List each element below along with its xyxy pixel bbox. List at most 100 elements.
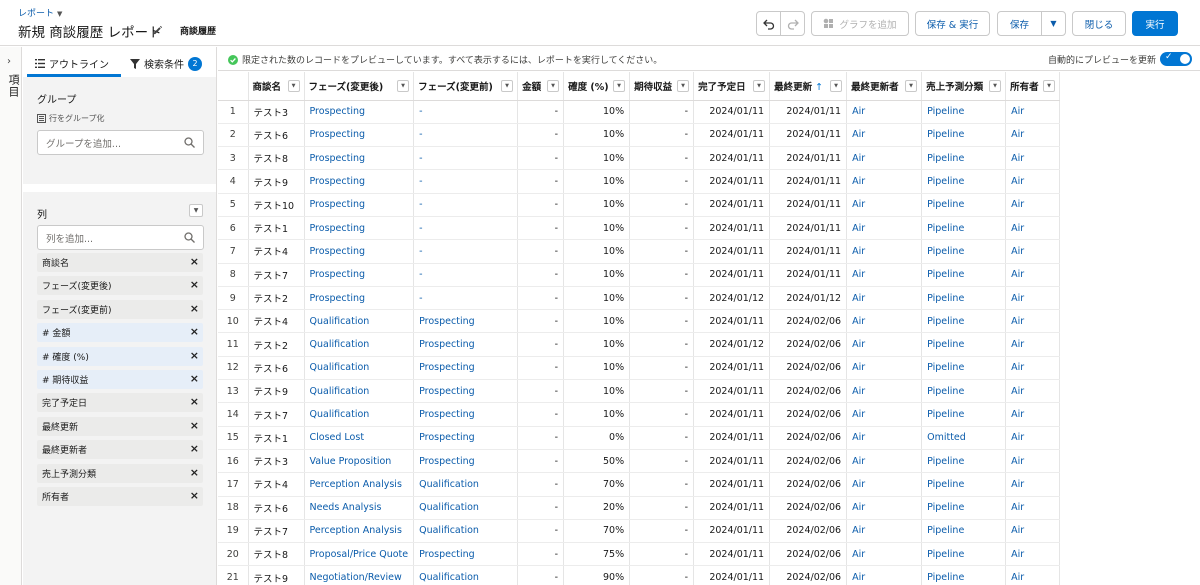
column-header[interactable]: 最終更新者 ▼	[846, 72, 923, 101]
cell-opportunity-name[interactable]: テスト7	[248, 519, 305, 544]
column-chip[interactable]: # 確度 (%) ×	[37, 347, 203, 366]
column-chip[interactable]: フェーズ(変更前) ×	[37, 300, 203, 319]
close-icon[interactable]: ×	[190, 442, 199, 455]
save-menu-button[interactable]: ▼	[1041, 11, 1066, 36]
cell-opportunity-name[interactable]: テスト6	[248, 123, 305, 148]
column-chip[interactable]: フェーズ(変更後) ×	[37, 276, 203, 295]
cell-probability: 10%	[563, 169, 631, 194]
close-icon[interactable]: ×	[190, 349, 199, 362]
run-button[interactable]: 実行	[1132, 11, 1178, 36]
cell-opportunity-name[interactable]: テスト3	[248, 449, 305, 474]
cell-opportunity-name[interactable]: テスト9	[248, 379, 305, 404]
chevron-down-icon[interactable]: ▼	[613, 80, 626, 92]
cell-opportunity-name[interactable]: テスト2	[248, 332, 305, 357]
column-chip[interactable]: # 金額 ×	[37, 323, 203, 342]
close-icon[interactable]: ×	[190, 325, 199, 338]
auto-update-toggle[interactable]: ✓	[1160, 52, 1192, 66]
cell-opportunity-name[interactable]: テスト8	[248, 146, 305, 171]
close-icon[interactable]: ×	[190, 395, 199, 408]
chevron-down-icon[interactable]: ▼	[287, 80, 300, 92]
undo-button[interactable]	[756, 11, 781, 36]
breadcrumb[interactable]: レポート ▼	[18, 6, 62, 19]
close-button[interactable]: 閉じる	[1072, 11, 1126, 36]
cell-opportunity-name[interactable]: テスト7	[248, 402, 305, 427]
toggle-check-icon: ✓	[1165, 52, 1173, 62]
close-icon[interactable]: ×	[190, 255, 199, 268]
cell-opportunity-name[interactable]: テスト4	[248, 309, 305, 334]
cell-forecast-category: Pipeline	[921, 193, 1007, 217]
column-chip[interactable]: 所有者 ×	[37, 487, 203, 506]
cell-opportunity-name[interactable]: テスト6	[248, 356, 305, 381]
chevron-down-icon[interactable]: ▼	[905, 80, 918, 92]
pencil-icon[interactable]	[152, 24, 163, 35]
column-chip[interactable]: # 期待収益 ×	[37, 370, 203, 389]
close-icon[interactable]: ×	[190, 278, 199, 291]
redo-button[interactable]	[780, 11, 805, 36]
column-chip[interactable]: 完了予定日 ×	[37, 393, 203, 412]
chevron-down-icon[interactable]: ▼	[547, 80, 560, 92]
fields-side-rail[interactable]: › 項目	[0, 47, 22, 585]
close-icon[interactable]: ×	[190, 372, 199, 385]
cell-stage-after: Closed Lost	[304, 426, 415, 450]
save-and-run-button[interactable]: 保存 & 実行	[915, 11, 990, 36]
cell-expected-revenue: -	[629, 332, 695, 357]
close-icon[interactable]: ×	[190, 466, 199, 479]
cell-stage-after: Prospecting	[304, 123, 415, 148]
chevron-down-icon[interactable]: ▼	[397, 80, 410, 92]
save-button[interactable]: 保存	[997, 11, 1042, 36]
add-group-input[interactable]: グループを追加...	[37, 130, 204, 155]
cell-last-modified-by: Air	[846, 472, 923, 497]
column-header[interactable]: フェーズ(変更後) ▼	[304, 72, 415, 101]
columns-menu-button[interactable]: ▼	[189, 204, 203, 217]
chevron-down-icon[interactable]: ▼	[830, 80, 843, 92]
close-icon[interactable]: ×	[190, 302, 199, 315]
chevron-down-icon[interactable]: ▼	[677, 80, 690, 92]
column-chip[interactable]: 売上予測分類 ×	[37, 464, 203, 483]
sort-ascending-icon[interactable]: ↑	[815, 82, 823, 93]
cell-opportunity-name[interactable]: テスト1	[248, 426, 305, 450]
column-header[interactable]: 所有者 ▼	[1005, 72, 1061, 101]
cell-opportunity-name[interactable]: テスト1	[248, 216, 305, 241]
column-header[interactable]: 商談名 ▼	[248, 72, 305, 101]
column-header[interactable]: 期待収益 ▼	[629, 72, 695, 101]
breadcrumb-label[interactable]: レポート	[18, 9, 54, 19]
chevron-down-icon[interactable]: ▼	[753, 80, 766, 92]
column-chip[interactable]: 最終更新 ×	[37, 417, 203, 436]
tab-filters[interactable]: 検索条件 2	[130, 56, 202, 71]
cell-expected-revenue: -	[629, 216, 695, 241]
table-header-row: 商談名 ▼ フェーズ(変更後) ▼ フェーズ(変更前) ▼ 金額 ▼ 確度 (%) ▼ 期…	[218, 72, 1061, 101]
cell-stage-after: Prospecting	[304, 169, 415, 194]
cell-opportunity-name[interactable]: テスト9	[248, 169, 305, 194]
cell-last-modified: 2024/02/06	[769, 449, 848, 474]
cell-opportunity-name[interactable]: テスト8	[248, 542, 305, 567]
add-chart-button[interactable]: グラフを追加	[811, 11, 909, 36]
cell-close-date: 2024/01/11	[693, 239, 771, 264]
cell-opportunity-name[interactable]: テスト9	[248, 565, 305, 585]
column-chip[interactable]: 商談名 ×	[37, 253, 203, 272]
cell-opportunity-name[interactable]: テスト7	[248, 263, 305, 287]
column-header[interactable]: 売上予測分類 ▼	[921, 72, 1007, 101]
add-column-input[interactable]: 列を追加...	[37, 225, 204, 250]
column-header-sorted[interactable]: 最終更新 ↑ ▼	[769, 72, 848, 101]
chevron-right-icon[interactable]: ›	[7, 56, 11, 67]
cell-opportunity-name[interactable]: テスト3	[248, 100, 305, 124]
cell-opportunity-name[interactable]: テスト4	[248, 239, 305, 264]
column-chip[interactable]: 最終更新者 ×	[37, 440, 203, 459]
cell-opportunity-name[interactable]: テスト6	[248, 496, 305, 520]
column-header[interactable]: 確度 (%) ▼	[563, 72, 631, 101]
chevron-down-icon[interactable]: ▼	[989, 80, 1002, 92]
cell-opportunity-name[interactable]: テスト10	[248, 193, 305, 217]
chevron-down-icon[interactable]: ▼	[501, 80, 514, 92]
column-header[interactable]: 金額 ▼	[517, 72, 565, 101]
fields-rail-label[interactable]: 項目	[5, 74, 21, 98]
tab-outline[interactable]: アウトライン	[35, 56, 109, 71]
chevron-down-icon[interactable]: ▼	[57, 10, 62, 18]
column-header[interactable]: 完了予定日 ▼	[693, 72, 771, 101]
close-icon[interactable]: ×	[190, 489, 199, 502]
close-icon[interactable]: ×	[190, 419, 199, 432]
cell-expected-revenue: -	[629, 449, 695, 474]
column-header[interactable]: フェーズ(変更前) ▼	[413, 72, 519, 101]
cell-opportunity-name[interactable]: テスト2	[248, 286, 305, 311]
cell-opportunity-name[interactable]: テスト4	[248, 472, 305, 497]
chevron-down-icon[interactable]: ▼	[1043, 80, 1056, 92]
